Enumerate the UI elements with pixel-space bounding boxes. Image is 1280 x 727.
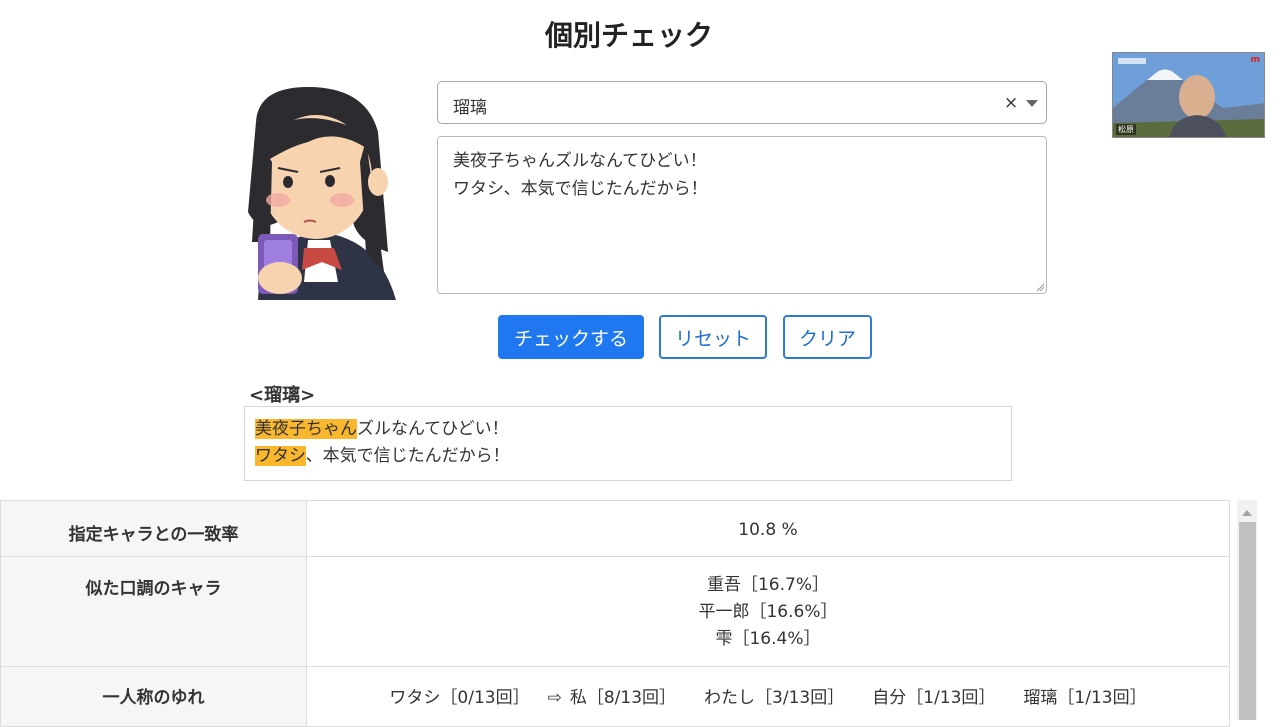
- match-rate-label: 指定キャラとの一致率: [0, 500, 307, 557]
- result-text: 、本気で信じたんだから！: [305, 446, 510, 466]
- resize-grip-icon[interactable]: [1036, 283, 1045, 292]
- participant-name: 松原: [1116, 124, 1136, 135]
- highlighted-text: 美夜子ちゃん: [255, 419, 357, 439]
- scroll-up-icon[interactable]: [1242, 510, 1252, 516]
- result-text: ズルなんてひどい！: [357, 419, 509, 439]
- result-box: 美夜子ちゃんズルなんてひどい！ ワタシ、本気で信じたんだから！: [244, 406, 1012, 481]
- character-select-value: 瑠璃: [453, 98, 487, 118]
- first-person-item: 自分［1/13回］: [872, 688, 996, 708]
- similar-character: 平一郎［16.6%］: [698, 602, 838, 622]
- result-line: ワタシ、本気で信じたんだから！: [255, 443, 1001, 470]
- scrollbar-thumb[interactable]: [1239, 522, 1256, 720]
- character-illustration: [248, 87, 396, 300]
- table-row: 指定キャラとの一致率 10.8 %: [0, 500, 1230, 557]
- similar-characters-list: 重吾［16.7%］ 平一郎［16.6%］ 雫［16.4%］: [306, 556, 1230, 667]
- arrow-right-icon: ⇨: [547, 688, 562, 708]
- table-row: 一人称のゆれ ワタシ［0/13回］ ⇨ 私［8/13回］ わたし［3/13回］ 自分［1…: [0, 666, 1230, 727]
- first-person-item: 私［8/13回］: [569, 688, 677, 708]
- similar-characters-label: 似た口調のキャラ: [0, 556, 307, 667]
- similar-character: 雫［16.4%］: [715, 629, 821, 649]
- textarea-line: ワタシ、本気で信じたんだから！: [453, 179, 708, 199]
- textarea-line: 美夜子ちゃんズルなんてひどい！: [453, 151, 707, 171]
- first-person-item: 瑠璃［1/13回］: [1023, 688, 1147, 708]
- character-select[interactable]: 瑠璃 ×: [437, 81, 1047, 124]
- scrollbar[interactable]: [1237, 500, 1257, 720]
- dialogue-textarea[interactable]: 美夜子ちゃんズルなんてひどい！ ワタシ、本気で信じたんだから！: [437, 136, 1047, 294]
- check-button[interactable]: チェックする: [498, 315, 644, 359]
- result-character-label: <瑠璃>: [249, 385, 316, 406]
- highlighted-text: ワタシ: [255, 446, 306, 466]
- result-line: 美夜子ちゃんズルなんてひどい！: [255, 416, 1001, 443]
- match-rate-value: 10.8 %: [306, 500, 1230, 557]
- table-row: 似た口調のキャラ 重吾［16.7%］ 平一郎［16.6%］ 雫［16.4%］: [0, 556, 1230, 667]
- page-title: 個別チェック: [544, 19, 713, 52]
- stats-table: 指定キャラとの一致率 10.8 % 似た口調のキャラ 重吾［16.7%］ 平一郎…: [0, 500, 1230, 727]
- first-person-item: わたし［3/13回］: [704, 688, 845, 708]
- video-participant-thumbnail[interactable]: m 松原: [1112, 52, 1265, 138]
- clear-selection-icon[interactable]: ×: [1004, 93, 1018, 113]
- app-logo-icon: m: [1250, 55, 1260, 65]
- reset-button[interactable]: リセット: [659, 315, 767, 359]
- clear-button[interactable]: クリア: [783, 315, 872, 359]
- similar-character: 重吾［16.7%］: [706, 575, 829, 595]
- chevron-down-icon[interactable]: [1026, 100, 1038, 107]
- first-person-current: ワタシ［0/13回］: [389, 688, 530, 708]
- first-person-values: ワタシ［0/13回］ ⇨ 私［8/13回］ わたし［3/13回］ 自分［1/13回］ 瑠璃…: [306, 666, 1230, 727]
- first-person-label: 一人称のゆれ: [0, 666, 307, 727]
